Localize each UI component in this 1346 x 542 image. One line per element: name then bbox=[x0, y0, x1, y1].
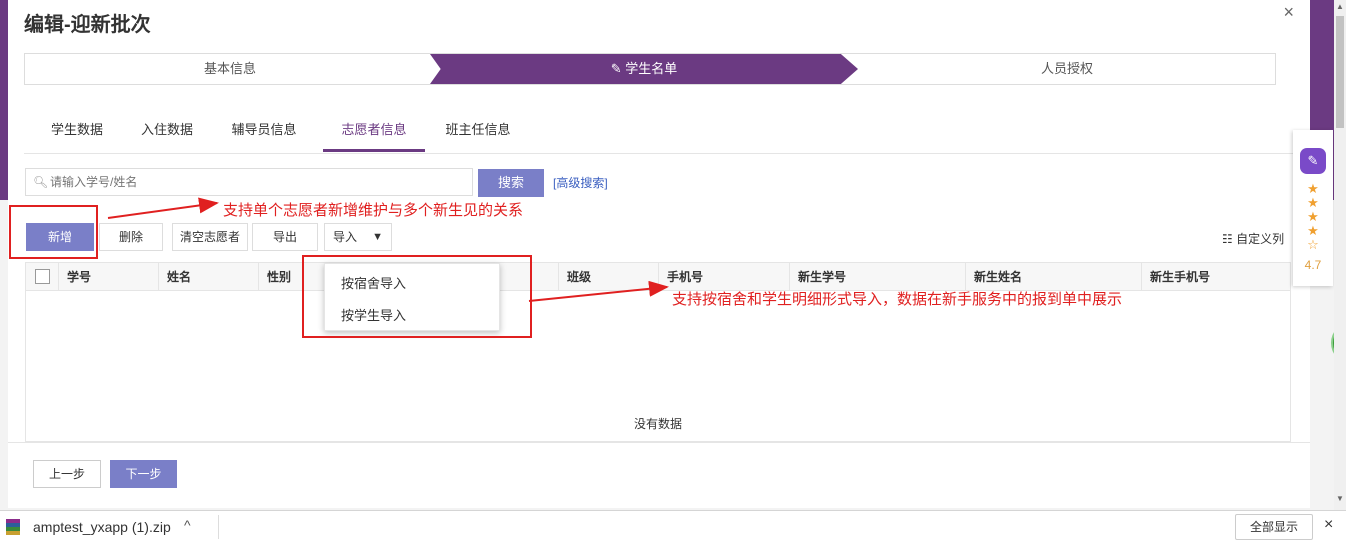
annotation-arrows bbox=[107, 197, 669, 302]
annotation-text-import: 支持按宿舍和学生明细形式导入，数据在新手服务中的报到单中展示 bbox=[672, 291, 1123, 308]
annotation-arrow-2 bbox=[528, 280, 669, 302]
scroll-up-icon[interactable]: ▲ bbox=[1336, 2, 1344, 11]
divider bbox=[218, 515, 219, 539]
zip-file-icon bbox=[6, 519, 20, 535]
close-icon[interactable]: × bbox=[1324, 516, 1333, 534]
scroll-down-icon[interactable]: ▼ bbox=[1336, 494, 1344, 503]
download-bar: amptest_yxapp (1).zip ^ 全部显示 × bbox=[0, 510, 1346, 542]
annotation-text-add: 支持单个志愿者新增维护与多个新生见的关系 bbox=[223, 202, 524, 219]
star-rating-icon: ★ ★ ★ ★ ☆ bbox=[1307, 181, 1319, 252]
rating-widget[interactable]: ✎ ★ ★ ★ ★ ☆ 4.7 bbox=[1293, 130, 1333, 286]
rating-score: 4.7 bbox=[1304, 258, 1322, 272]
download-filename[interactable]: amptest_yxapp (1).zip bbox=[33, 519, 171, 535]
chevron-up-icon[interactable]: ^ bbox=[184, 517, 191, 533]
annotation-arrow-1 bbox=[107, 197, 219, 219]
show-all-button[interactable]: 全部显示 bbox=[1235, 514, 1313, 540]
app-icon: ✎ bbox=[1300, 148, 1326, 174]
scrollbar-thumb[interactable] bbox=[1336, 16, 1344, 128]
page-scrollbar[interactable]: ▲ ▼ bbox=[1334, 0, 1346, 510]
